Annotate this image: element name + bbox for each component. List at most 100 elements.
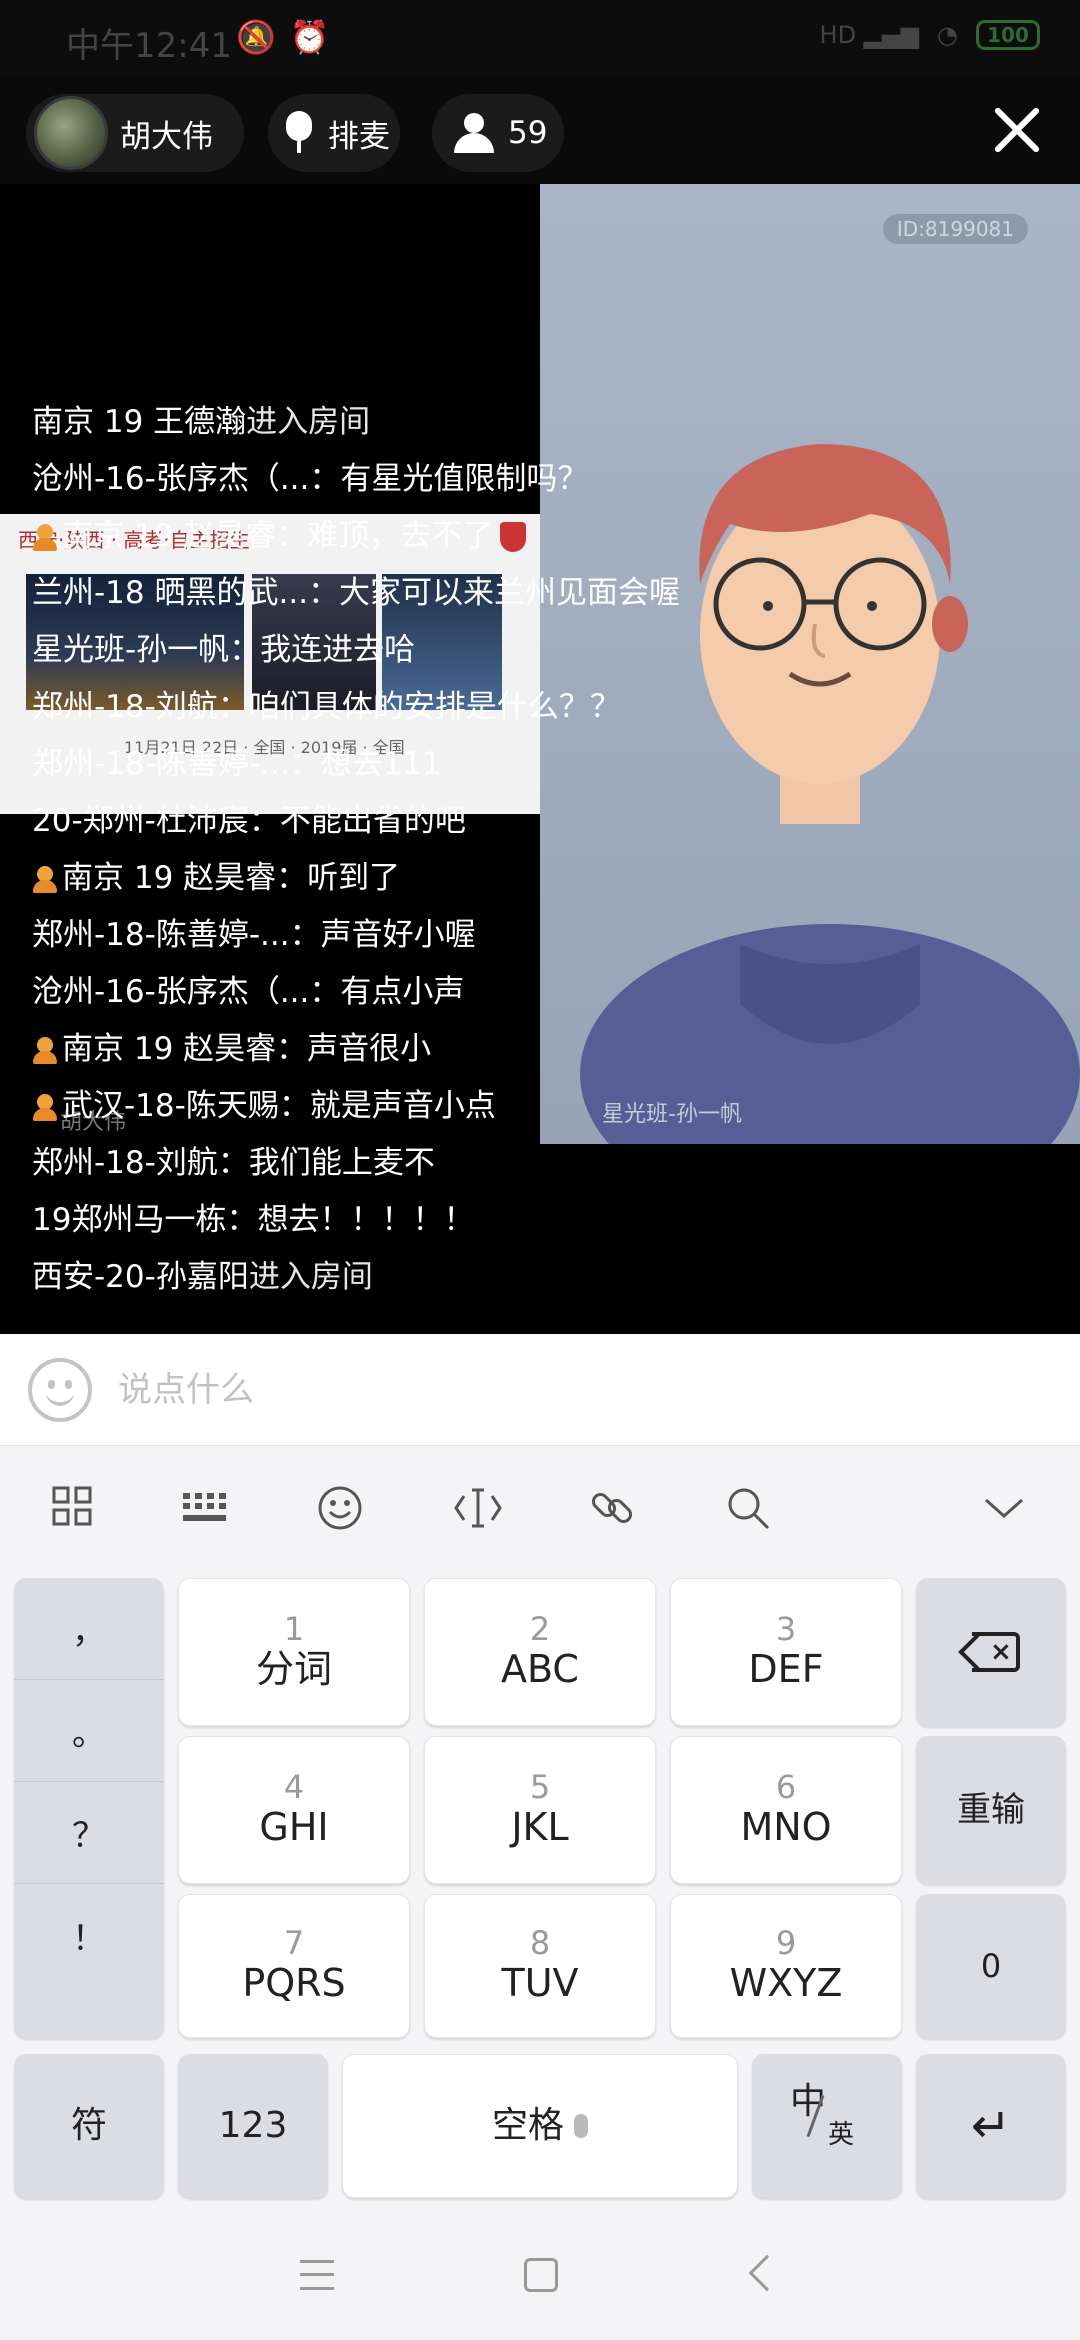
user-badge-icon (32, 522, 58, 552)
microphone-icon (286, 111, 312, 155)
t9-key[interactable]: 9 WXYZ (670, 1894, 902, 2038)
chat-message: 20-郑州-杜沛宸 ：不能出省的吧 (32, 793, 1032, 850)
key-letters: TUV (501, 1960, 579, 2005)
key-number: 3 (775, 1609, 797, 1648)
chat-text: ：想去111 (289, 746, 442, 782)
chat-username[interactable]: 南京 19 王德瀚 (32, 394, 246, 451)
room-id-badge: ID:8199081 (882, 214, 1028, 244)
cursor-icon[interactable] (448, 1484, 508, 1544)
key-number: 4 (283, 1767, 305, 1806)
enter-key[interactable]: ↵ (916, 2054, 1066, 2198)
chat-message: 兰州-18 晒黑的武... ：大家可以来兰州见面会喔 (32, 565, 1032, 622)
chat-username[interactable]: 星光班-孙一帆 (32, 622, 229, 679)
chat-username[interactable]: 南京 19 赵昊睿 (62, 508, 276, 565)
chat-username[interactable]: 19郑州马一栋 (32, 1192, 226, 1249)
key-letters: GHI (259, 1804, 329, 1849)
t9-key[interactable]: 5 JKL (424, 1736, 656, 1884)
chat-username[interactable]: 郑州-18-刘航 (32, 679, 218, 736)
chat-username[interactable]: 20-郑州-杜沛宸 (32, 793, 249, 850)
microphone-icon (574, 2114, 588, 2138)
symbol-key[interactable]: 符 (14, 2054, 164, 2198)
chat-message: 南京 19 赵昊睿 ：声音很小 (32, 1021, 1032, 1078)
link-icon[interactable] (582, 1484, 642, 1544)
emoji-icon[interactable] (28, 1358, 92, 1422)
mic-queue-button[interactable]: 排麦 (268, 94, 400, 172)
key-number: 6 (775, 1767, 797, 1806)
chat-text: ：有星光值限制吗？ (309, 461, 589, 497)
chat-text: ：不能出省的吧 (248, 803, 466, 839)
zero-key[interactable]: 0 (916, 1894, 1066, 2038)
chat-text: ：就是声音小点 (278, 1088, 496, 1124)
key-number: 5 (529, 1767, 551, 1806)
t9-key[interactable]: 2 ABC (424, 1578, 656, 1726)
chat-username[interactable]: 沧州-16-张序杰（... (32, 451, 309, 508)
close-icon[interactable] (986, 98, 1050, 162)
collapse-icon[interactable] (974, 1484, 1034, 1544)
punctuation-column: ， 。 ？ ！ (14, 1578, 164, 2038)
language-english: 英 (828, 2120, 855, 2150)
t9-key[interactable]: 7 PQRS (178, 1894, 410, 2038)
live-header: 胡大伟 排麦 59 (0, 74, 1080, 184)
chat-username[interactable]: 南京 19 赵昊睿 (62, 1021, 276, 1078)
numeric-key[interactable]: 123 (178, 2054, 328, 2198)
chat-list: 南京 19 王德瀚 进入房间 沧州-16-张序杰（... ：有星光值限制吗？ 南京 19… (32, 394, 1032, 1306)
user-badge-icon (32, 864, 58, 894)
key-letters: PQRS (242, 1960, 346, 2005)
chat-text: ：咱们具体的安排是什么？？ (217, 689, 621, 725)
punctuation-key[interactable]: 。 (14, 1680, 164, 1782)
chat-message: 郑州-18-陈善婷-... ：想去111 (32, 736, 1032, 793)
language-switch-key[interactable]: 中 英 (752, 2054, 902, 2198)
viewer-count-button[interactable]: 59 (432, 94, 564, 172)
t9-key[interactable]: 1 分词 (178, 1578, 410, 1726)
mute-icon: 🔕 (236, 18, 290, 56)
host-info[interactable]: 胡大伟 (26, 94, 244, 172)
punctuation-key[interactable]: ！ (14, 1884, 164, 1986)
key-letters: DEF (748, 1646, 824, 1691)
search-icon[interactable] (718, 1484, 778, 1544)
emoji-icon[interactable] (310, 1484, 370, 1544)
t9-key[interactable]: 6 MNO (670, 1736, 902, 1884)
space-label: 空格 (491, 2105, 564, 2147)
backspace-icon: × (958, 1632, 1020, 1672)
backspace-button[interactable]: × (916, 1578, 1066, 1726)
back-icon[interactable] (748, 2254, 786, 2292)
person-icon (454, 113, 494, 153)
host-avatar[interactable] (34, 96, 108, 170)
menu-icon[interactable] (300, 2260, 334, 2290)
chat-message: 星光班-孙一帆 ：我连进去哈 (32, 622, 1032, 679)
punctuation-key[interactable]: ？ (14, 1782, 164, 1884)
t9-key[interactable]: 3 DEF (670, 1578, 902, 1726)
chat-username[interactable]: 郑州-18-陈善婷-... (32, 736, 290, 793)
chat-message: 郑州-18-刘航 ：咱们具体的安排是什么？？ (32, 679, 1032, 736)
key-number: 9 (775, 1923, 797, 1962)
t9-key[interactable]: 4 GHI (178, 1736, 410, 1884)
symbol-label: 符 (70, 2105, 107, 2147)
chat-username[interactable]: 武汉-18-陈天赐 (62, 1078, 279, 1135)
t9-key[interactable]: 8 TUV (424, 1894, 656, 2038)
chat-text: ：我连进去哈 (229, 632, 416, 668)
user-badge-icon (32, 1035, 58, 1065)
chat-message: 郑州-18-刘航 ：我们能上麦不 (32, 1135, 1032, 1192)
home-icon[interactable] (524, 2258, 558, 2292)
chat-text: ：声音很小 (276, 1031, 432, 1067)
key-letters: MNO (740, 1804, 832, 1849)
punctuation-key[interactable]: ， (14, 1578, 164, 1680)
chat-username[interactable]: 南京 19 赵昊睿 (62, 850, 276, 907)
space-key[interactable]: 空格 (342, 2054, 738, 2198)
chat-username[interactable]: 西安-20-孙嘉阳 (32, 1249, 249, 1306)
signal-icon: HD ▂▄▆ (819, 21, 920, 49)
chat-text: ：有点小声 (309, 974, 465, 1010)
host-name: 胡大伟 (120, 118, 213, 155)
keyboard-icon[interactable] (176, 1484, 236, 1544)
user-badge-icon (32, 1092, 58, 1122)
chat-input[interactable] (118, 1362, 1018, 1418)
chat-username[interactable]: 沧州-16-张序杰（... (32, 964, 309, 1021)
navigation-bar (0, 2210, 1080, 2340)
chat-username[interactable]: 兰州-18 晒黑的武... (32, 565, 308, 622)
apps-grid-icon[interactable] (42, 1484, 102, 1544)
chat-username[interactable]: 郑州-18-刘航 (32, 1135, 218, 1192)
retype-button[interactable]: 重输 (916, 1736, 1066, 1884)
alarm-icon: ⏰ (289, 18, 344, 56)
chat-message: 19郑州马一栋 ：想去！！！！！ (32, 1192, 1032, 1249)
chat-username[interactable]: 郑州-18-陈善婷-... (32, 907, 290, 964)
